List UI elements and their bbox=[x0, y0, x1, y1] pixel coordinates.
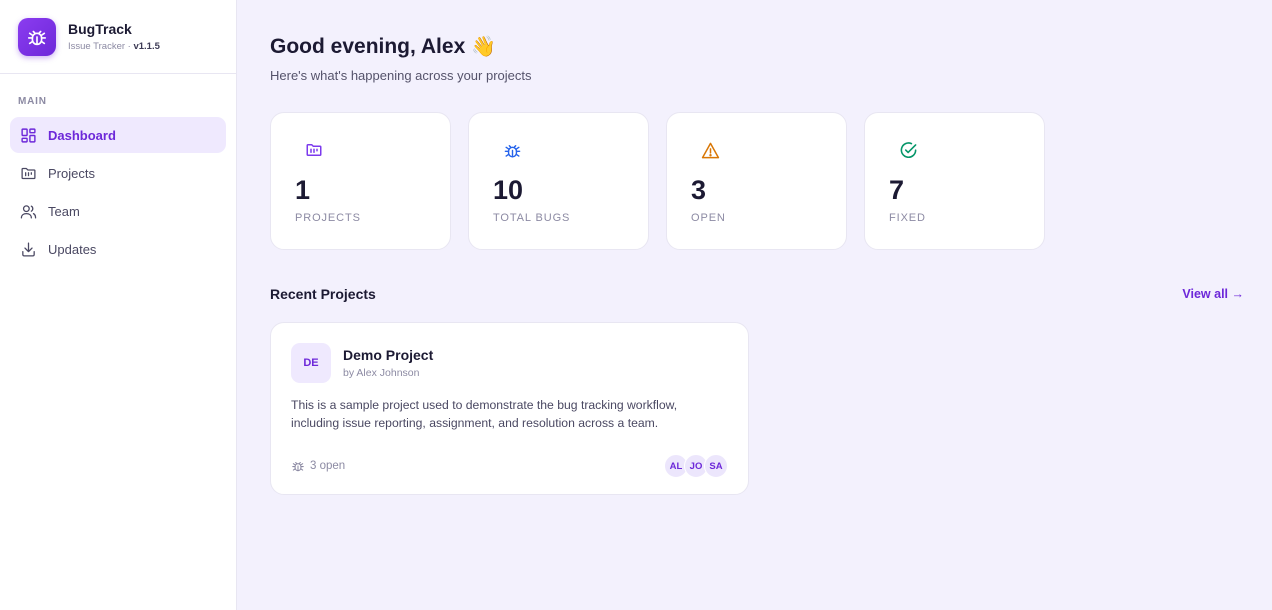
project-card-header: DE Demo Project by Alex Johnson bbox=[291, 343, 728, 383]
stat-card-total-bugs: 10 TOTAL BUGS bbox=[468, 112, 649, 250]
page-title: Good evening, Alex 👋 bbox=[270, 34, 1244, 59]
brand[interactable]: BugTrack Issue Tracker · v1.1.5 bbox=[0, 0, 236, 74]
stat-value: 3 bbox=[691, 175, 707, 205]
project-initials-badge: DE bbox=[291, 343, 331, 383]
sidebar-item-dashboard[interactable]: Dashboard bbox=[10, 117, 226, 153]
dashboard-icon bbox=[21, 127, 36, 143]
stat-label: FIXED bbox=[889, 212, 926, 224]
stat-label: OPEN bbox=[691, 212, 726, 224]
stat-label: PROJECTS bbox=[295, 212, 361, 224]
bug-logo-icon bbox=[18, 17, 56, 56]
main-content: Good evening, Alex 👋 Here's what's happe… bbox=[270, 0, 1244, 495]
project-owner: by Alex Johnson bbox=[343, 367, 420, 379]
stat-value: 10 bbox=[493, 175, 524, 205]
avatar[interactable]: SA bbox=[704, 454, 728, 478]
bug-icon bbox=[501, 139, 523, 161]
page-subtitle: Here's what's happening across your proj… bbox=[270, 68, 532, 83]
sidebar-item-label: Updates bbox=[48, 241, 97, 257]
sidebar-item-label: Dashboard bbox=[48, 127, 116, 143]
sidebar-item-label: Team bbox=[48, 203, 80, 219]
sidebar-nav: Dashboard Projects Team Updates bbox=[0, 117, 236, 267]
view-all-link[interactable]: View all → bbox=[1182, 287, 1244, 301]
member-avatars: AL JO SA bbox=[664, 454, 728, 478]
project-description: This is a sample project used to demonst… bbox=[291, 398, 678, 430]
sidebar: BugTrack Issue Tracker · v1.1.5 MAIN Das… bbox=[0, 0, 237, 610]
app-version: v1.1.5 bbox=[133, 41, 160, 52]
stat-value: 7 bbox=[889, 175, 905, 205]
project-card-footer: 3 open AL JO SA bbox=[291, 454, 728, 478]
brand-subtitle: Issue Tracker · v1.1.5 bbox=[68, 41, 160, 52]
recent-projects-header: Recent Projects View all → bbox=[270, 286, 1244, 302]
stat-label: TOTAL BUGS bbox=[493, 212, 571, 224]
team-icon bbox=[20, 204, 37, 219]
bug-icon bbox=[292, 461, 304, 472]
sidebar-item-label: Projects bbox=[48, 165, 95, 181]
nav-section-label: MAIN bbox=[18, 96, 47, 107]
greeting-text: Good evening, Alex bbox=[270, 34, 466, 58]
stats-row: 1 PROJECTS 10 TOTAL BUGS 3 OPEN 7 FIXED bbox=[270, 112, 1244, 250]
stat-card-projects: 1 PROJECTS bbox=[270, 112, 451, 250]
project-name: Demo Project bbox=[343, 347, 434, 363]
warning-icon bbox=[699, 139, 721, 161]
open-bugs-text: 3 open bbox=[310, 460, 346, 472]
wave-icon: 👋 bbox=[471, 36, 497, 58]
open-bugs-count: 3 open bbox=[291, 459, 345, 473]
stat-card-open: 3 OPEN bbox=[666, 112, 847, 250]
brand-name: BugTrack bbox=[68, 21, 132, 37]
project-card[interactable]: DE Demo Project by Alex Johnson This is … bbox=[270, 322, 749, 495]
download-icon bbox=[22, 241, 35, 257]
stat-card-fixed: 7 FIXED bbox=[864, 112, 1045, 250]
recent-projects-title: Recent Projects bbox=[270, 286, 376, 302]
sidebar-item-team[interactable]: Team bbox=[10, 193, 226, 229]
check-circle-icon bbox=[897, 139, 919, 161]
sidebar-item-projects[interactable]: Projects bbox=[10, 155, 226, 191]
folder-icon bbox=[303, 139, 325, 161]
folder-icon bbox=[21, 167, 36, 179]
stat-value: 1 bbox=[295, 175, 311, 205]
sidebar-item-updates[interactable]: Updates bbox=[10, 231, 226, 267]
